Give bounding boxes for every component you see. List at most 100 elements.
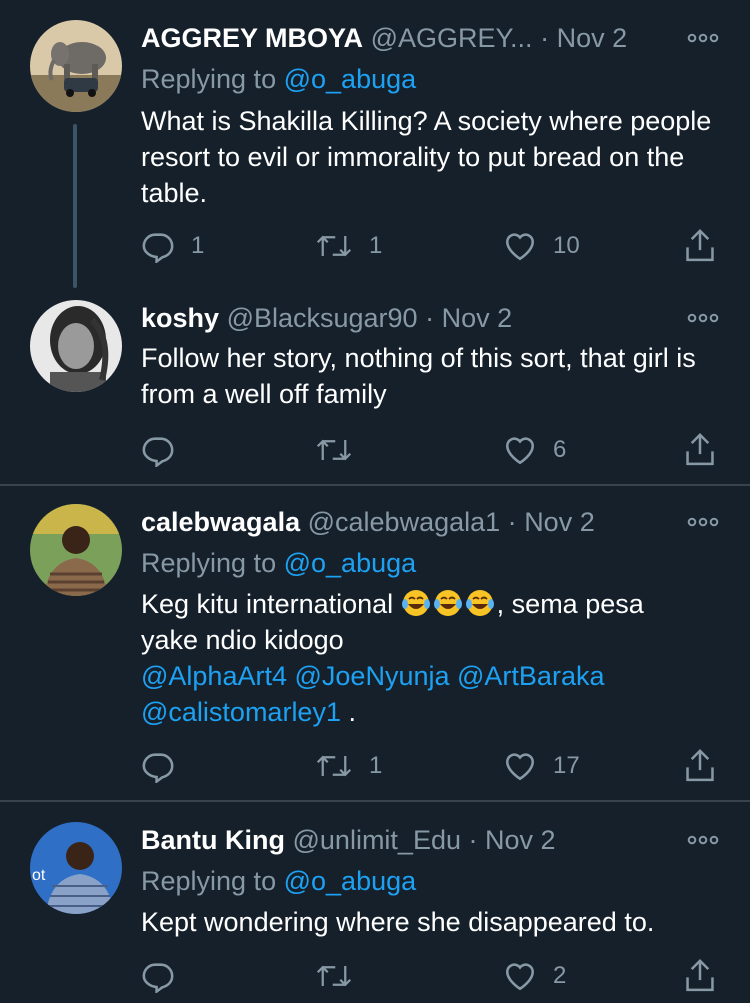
replying-to: Replying to @o_abuga (141, 545, 416, 581)
like-count: 17 (553, 752, 580, 779)
retweet-icon (316, 755, 352, 777)
tweet-text: Keg kitu international , sema pesa yake … (141, 586, 731, 730)
like-button[interactable]: 17 (503, 746, 580, 786)
replying-to-link[interactable]: @o_abuga (284, 548, 417, 578)
replying-to-link[interactable]: @o_abuga (284, 64, 417, 94)
display-name[interactable]: Bantu King (141, 825, 285, 855)
user-handle[interactable]: @calebwagala1 (308, 507, 501, 537)
like-count: 2 (553, 962, 567, 989)
reply-button[interactable] (141, 430, 191, 470)
tweet-text: What is Shakilla Killing? A society wher… (141, 106, 712, 208)
tweet-date[interactable]: Nov 2 (485, 825, 556, 855)
reply-button[interactable] (141, 956, 191, 996)
tweet-actions: 1 17 (141, 746, 731, 786)
avatar[interactable] (30, 20, 122, 112)
more-icon[interactable] (686, 31, 720, 45)
tweet-calebwagala[interactable]: calebwagala @calebwagala1 · Nov 2 Replyi… (0, 486, 750, 800)
like-icon (505, 437, 535, 465)
like-button[interactable]: 2 (503, 956, 566, 996)
reply-count: 1 (191, 232, 205, 259)
face-with-tears-of-joy-icon (401, 590, 430, 616)
share-icon (686, 749, 714, 782)
retweet-icon (316, 439, 352, 461)
tweet-text-line2: yake ndio kidogo (141, 625, 344, 655)
mention-link[interactable]: @calistomarley1 (141, 697, 341, 727)
avatar[interactable]: ot (30, 822, 122, 914)
tweet-text: Kept wondering where she disappeared to. (141, 907, 655, 937)
tweet-text: Follow her story, nothing of this sort, … (141, 343, 696, 409)
display-name[interactable]: AGGREY MBOYA (141, 23, 363, 53)
separator-dot: · (425, 303, 435, 333)
separator-dot: · (468, 825, 478, 855)
user-handle[interactable]: @AGGREY... (371, 23, 533, 53)
tweet-text-start: Keg kitu international (141, 589, 401, 619)
mention-link[interactable]: @ArtBaraka (457, 661, 604, 691)
replying-to: Replying to @o_abuga (141, 863, 416, 899)
tweet-date[interactable]: Nov 2 (442, 303, 513, 333)
like-button[interactable]: 10 (503, 226, 580, 266)
retweet-button[interactable] (315, 430, 369, 470)
reply-button[interactable] (141, 746, 191, 786)
tweet-header: calebwagala @calebwagala1 · Nov 2 (141, 504, 660, 540)
replying-to: Replying to @o_abuga (141, 61, 416, 97)
face-with-tears-of-joy-icon (433, 590, 462, 616)
retweet-icon (316, 235, 352, 257)
tweet-header: koshy @Blacksugar90 · Nov 2 (141, 300, 660, 336)
display-name[interactable]: koshy (141, 303, 219, 333)
separator-dot: · (540, 23, 550, 53)
more-icon[interactable] (686, 515, 720, 529)
share-button[interactable] (683, 746, 733, 786)
tweet-header: AGGREY MBOYA @AGGREY... · Nov 2 (141, 20, 660, 56)
tweet-header: Bantu King @unlimit_Edu · Nov 2 (141, 822, 660, 858)
like-count: 6 (553, 436, 567, 463)
user-handle[interactable]: @Blacksugar90 (227, 303, 418, 333)
face-with-tears-of-joy-emoji-group (401, 589, 497, 619)
more-icon[interactable] (686, 311, 720, 325)
svg-text:ot: ot (32, 867, 46, 884)
display-name[interactable]: calebwagala (141, 507, 300, 537)
avatar[interactable] (30, 300, 122, 392)
mention-link[interactable]: @JoeNyunja (295, 661, 450, 691)
share-button[interactable] (683, 956, 733, 996)
separator-dot: · (507, 507, 517, 537)
thread-line (73, 124, 77, 288)
user-handle[interactable]: @unlimit_Edu (293, 825, 462, 855)
tweet-date[interactable]: Nov 2 (557, 23, 628, 53)
replying-to-label: Replying to (141, 866, 277, 896)
tweet-actions: 1 1 10 (141, 226, 731, 266)
like-icon (505, 753, 535, 781)
tweet-koshy[interactable]: koshy @Blacksugar90 · Nov 2 Follow her s… (0, 298, 750, 484)
retweet-icon (316, 965, 352, 987)
retweet-button[interactable] (315, 956, 369, 996)
reply-icon (142, 233, 174, 263)
tweet-text-after-emoji: , sema pesa (496, 589, 644, 619)
replying-to-label: Replying to (141, 64, 277, 94)
replying-to-label: Replying to (141, 548, 277, 578)
like-button[interactable]: 6 (503, 430, 566, 470)
replying-to-link[interactable]: @o_abuga (284, 866, 417, 896)
reply-icon (142, 753, 174, 783)
tweet-bantu-king[interactable]: ot Bantu King @unlimit_Edu · Nov 2 Reply… (0, 802, 750, 1003)
reply-icon (142, 963, 174, 993)
share-icon (686, 433, 714, 466)
tweet-aggrey[interactable]: AGGREY MBOYA @AGGREY... · Nov 2 Replying… (0, 0, 750, 300)
tweet-actions: 6 (141, 430, 731, 470)
retweet-count: 1 (369, 232, 383, 259)
retweet-count: 1 (369, 752, 383, 779)
retweet-button[interactable]: 1 (315, 226, 382, 266)
face-with-tears-of-joy-icon (465, 590, 494, 616)
retweet-button[interactable]: 1 (315, 746, 382, 786)
mention-link[interactable]: @AlphaArt4 (141, 661, 287, 691)
reply-button[interactable]: 1 (141, 226, 204, 266)
share-button[interactable] (683, 226, 733, 266)
share-button[interactable] (683, 430, 733, 470)
share-icon (686, 959, 714, 992)
like-icon (505, 963, 535, 991)
share-icon (686, 229, 714, 262)
more-icon[interactable] (686, 833, 720, 847)
like-icon (505, 233, 535, 261)
like-count: 10 (553, 232, 580, 259)
tweet-actions: 2 (141, 956, 731, 996)
tweet-date[interactable]: Nov 2 (524, 507, 595, 537)
avatar[interactable] (30, 504, 122, 596)
